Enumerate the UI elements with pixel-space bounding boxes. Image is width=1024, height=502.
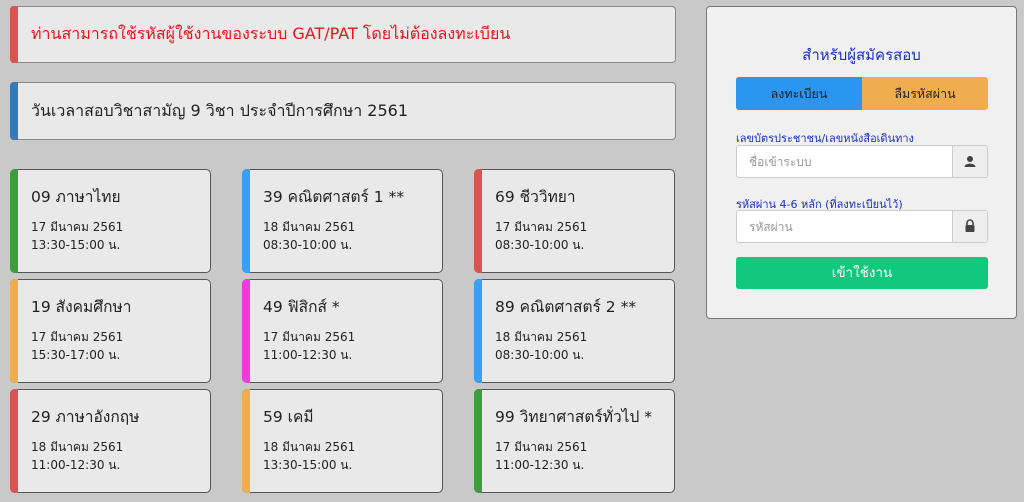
exam-time: 13:30-15:00 น. xyxy=(31,238,121,252)
login-panel: สำหรับผู้สมัครสอบ ลงทะเบียน ลืมรหัสผ่าน … xyxy=(706,6,1017,319)
exam-time: 11:00-12:30 น. xyxy=(263,348,353,362)
exam-color-bar xyxy=(474,169,482,273)
exam-color-bar xyxy=(242,169,250,273)
exam-date: 17 มีนาคม 2561 xyxy=(263,330,356,344)
exam-card: 59 เคมี 18 มีนาคม 2561 13:30-15:00 น. xyxy=(242,389,443,493)
exam-color-bar xyxy=(242,389,250,493)
username-input[interactable] xyxy=(737,146,953,177)
exam-card: 49 ฟิสิกส์ * 17 มีนาคม 2561 11:00-12:30 น. xyxy=(242,279,443,383)
exam-subject: 99 วิทยาศาสตร์ทั่วไป * xyxy=(495,408,652,426)
exam-card: 19 สังคมศึกษา 17 มีนาคม 2561 15:30-17:00 น… xyxy=(10,279,211,383)
login-title: สำหรับผู้สมัครสอบ xyxy=(802,46,921,64)
exam-card: 29 ภาษาอังกฤษ 18 มีนาคม 2561 11:00-12:30 น… xyxy=(10,389,211,493)
exam-subject: 59 เคมี xyxy=(263,408,314,426)
notice-banner: ท่านสามารถใช้รหัสผู้ใช้งานของระบบ GAT/PA… xyxy=(10,6,676,63)
forgot-password-button[interactable]: ลืมรหัสผ่าน xyxy=(862,77,988,110)
exam-color-bar xyxy=(242,279,250,383)
exam-date: 18 มีนาคม 2561 xyxy=(31,440,124,454)
exam-date: 17 มีนาคม 2561 xyxy=(495,220,588,234)
exam-card: 89 คณิตศาสตร์ 2 ** 18 มีนาคม 2561 08:30-10… xyxy=(474,279,675,383)
exam-color-bar xyxy=(474,389,482,493)
schedule-heading: วันเวลาสอบวิชาสามัญ 9 วิชา ประจำปีการศึก… xyxy=(10,82,676,140)
id-input-group xyxy=(736,145,988,178)
exam-subject: 89 คณิตศาสตร์ 2 ** xyxy=(495,298,637,316)
exam-card: 69 ชีววิทยา 17 มีนาคม 2561 08:30-10:00 น. xyxy=(474,169,675,273)
exam-color-bar xyxy=(10,169,18,273)
exam-time: 11:00-12:30 น. xyxy=(495,458,585,472)
exam-subject: 19 สังคมศึกษา xyxy=(31,298,132,316)
password-input-group xyxy=(736,210,988,243)
exam-time: 08:30-10:00 น. xyxy=(495,238,585,252)
exam-color-bar xyxy=(474,279,482,383)
login-button[interactable]: เข้าใช้งาน xyxy=(736,257,988,289)
exam-time: 13:30-15:00 น. xyxy=(263,458,353,472)
exam-date: 17 มีนาคม 2561 xyxy=(31,330,124,344)
schedule-title: วันเวลาสอบวิชาสามัญ 9 วิชา ประจำปีการศึก… xyxy=(31,100,409,120)
exam-time: 08:30-10:00 น. xyxy=(495,348,585,362)
exam-date: 18 มีนาคม 2561 xyxy=(495,330,588,344)
exam-date: 18 มีนาคม 2561 xyxy=(263,440,356,454)
exam-subject: 09 ภาษาไทย xyxy=(31,188,121,206)
exam-card: 39 คณิตศาสตร์ 1 ** 18 มีนาคม 2561 08:30-10… xyxy=(242,169,443,273)
exam-card: 99 วิทยาศาสตร์ทั่วไป * 17 มีนาคม 2561 11:0… xyxy=(474,389,675,493)
exam-subject: 69 ชีววิทยา xyxy=(495,188,576,206)
exam-date: 17 มีนาคม 2561 xyxy=(495,440,588,454)
notice-text: ท่านสามารถใช้รหัสผู้ใช้งานของระบบ GAT/PA… xyxy=(31,24,511,43)
lock-icon xyxy=(952,211,987,242)
user-icon xyxy=(952,146,987,177)
exam-date: 17 มีนาคม 2561 xyxy=(31,220,124,234)
exam-subject: 29 ภาษาอังกฤษ xyxy=(31,408,140,426)
exam-time: 15:30-17:00 น. xyxy=(31,348,121,362)
exam-color-bar xyxy=(10,279,18,383)
exam-card: 09 ภาษาไทย 17 มีนาคม 2561 13:30-15:00 น. xyxy=(10,169,211,273)
exam-time: 08:30-10:00 น. xyxy=(263,238,353,252)
exam-date: 18 มีนาคม 2561 xyxy=(263,220,356,234)
exam-subject: 49 ฟิสิกส์ * xyxy=(263,298,340,316)
exam-time: 11:00-12:30 น. xyxy=(31,458,121,472)
register-button[interactable]: ลงทะเบียน xyxy=(736,77,862,110)
exam-color-bar xyxy=(10,389,18,493)
password-input[interactable] xyxy=(737,211,953,242)
exam-subject: 39 คณิตศาสตร์ 1 ** xyxy=(263,188,405,206)
